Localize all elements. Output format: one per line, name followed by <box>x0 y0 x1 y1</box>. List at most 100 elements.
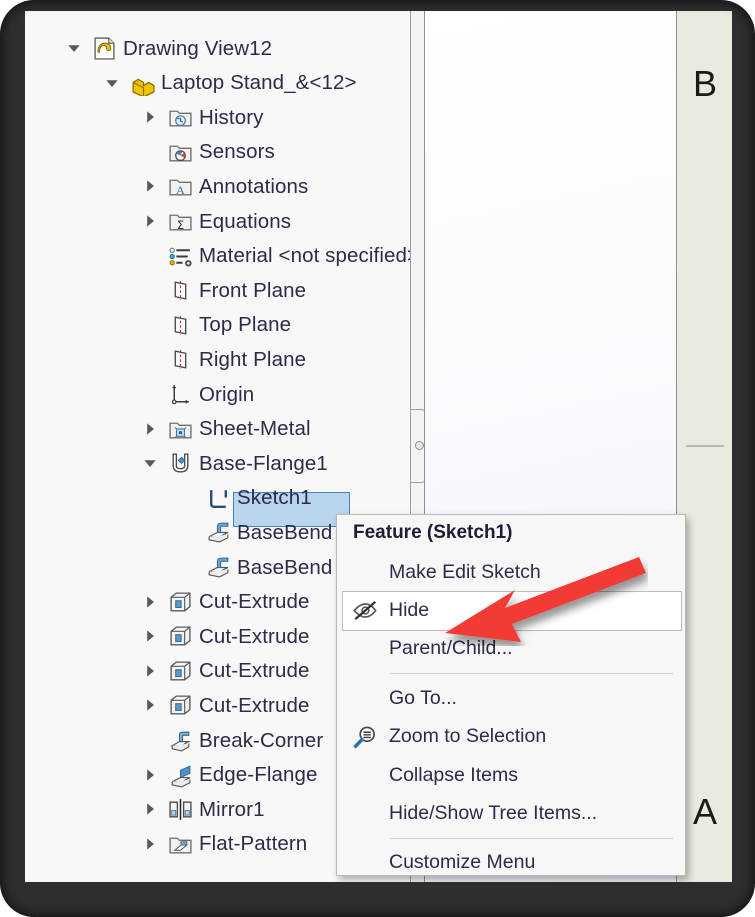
tree-item-label: Flat-Pattern <box>199 832 308 856</box>
cut-extrude-icon <box>168 624 193 649</box>
tree-item-label: Base-Flange1 <box>199 451 328 475</box>
expand-arrow-icon[interactable] <box>141 696 159 714</box>
tree-item-drawing-view12[interactable]: Drawing View12 <box>25 31 410 66</box>
menu-item-zoom-to-selection[interactable]: Zoom to Selection <box>337 718 685 756</box>
tree-item-front-plane[interactable]: Front Plane <box>25 273 410 308</box>
context-menu-header: Feature (Sketch1) <box>337 515 685 551</box>
plane-icon <box>168 347 193 372</box>
tree-item-sensors[interactable]: Sensors <box>25 135 410 170</box>
origin-icon <box>168 382 193 407</box>
history-folder-icon <box>168 105 193 130</box>
menu-item-collapse-items[interactable]: Collapse Items <box>337 756 685 794</box>
menu-separator <box>390 673 673 675</box>
material-icon <box>168 244 193 269</box>
tree-item-label: Cut-Extrude <box>199 624 310 648</box>
tree-item-label: Top Plane <box>199 313 292 337</box>
sketch-icon <box>206 486 231 511</box>
tree-item-label: BaseBend <box>237 520 333 544</box>
tree-item-label: Edge-Flange <box>199 763 318 787</box>
tree-item-label: Drawing View12 <box>123 36 273 60</box>
expand-arrow-icon[interactable] <box>141 662 159 680</box>
menu-item-label: Collapse Items <box>389 763 518 786</box>
menu-separator <box>390 837 673 839</box>
flat-pattern-folder-icon <box>168 832 193 857</box>
collapse-arrow-icon[interactable] <box>141 454 159 472</box>
magnifier-icon <box>351 724 379 750</box>
menu-item-hide-show-tree-items[interactable]: Hide/Show Tree Items... <box>337 794 685 832</box>
tree-item-right-plane[interactable]: Right Plane <box>25 342 410 377</box>
tree-item-history[interactable]: History <box>25 100 410 135</box>
application-screen: Drawing View12 Laptop Stand_&<12> History S… <box>25 11 732 882</box>
collapse-arrow-icon[interactable] <box>103 74 121 92</box>
tree-item-base-flange1[interactable]: Base-Flange1 <box>25 446 410 481</box>
tree-item-equations[interactable]: Σ Equations <box>25 204 410 239</box>
collapse-arrow-icon[interactable] <box>65 39 83 57</box>
tree-item-label: Front Plane <box>199 278 307 302</box>
zone-divider-tick <box>686 445 724 447</box>
cut-extrude-icon <box>168 693 193 718</box>
tree-item-label: Sketch1 <box>237 486 312 510</box>
part-icon <box>130 71 155 98</box>
menu-item-label: Hide/Show Tree Items... <box>389 801 598 824</box>
menu-item-label: Go To... <box>389 686 457 709</box>
expand-arrow-icon[interactable] <box>141 800 159 818</box>
zone-label-b: B <box>692 63 717 104</box>
svg-text:A: A <box>176 184 185 198</box>
expand-arrow-icon[interactable] <box>141 108 159 126</box>
base-bend-icon <box>206 555 231 580</box>
plane-icon <box>168 313 193 338</box>
tree-item-laptop-stand-12[interactable]: Laptop Stand_&<12> <box>25 66 410 101</box>
tree-item-top-plane[interactable]: Top Plane <box>25 308 410 343</box>
expand-arrow-icon[interactable] <box>141 627 159 645</box>
tree-item-label: Cut-Extrude <box>199 590 310 614</box>
tree-item-material-not-specified[interactable]: Material <not specified> <box>25 239 419 274</box>
expand-arrow-icon[interactable] <box>141 177 159 195</box>
break-corner-icon <box>168 728 193 753</box>
tree-item-annotations[interactable]: A Annotations <box>25 169 410 204</box>
base-bend-icon <box>206 520 231 545</box>
splitter-grip-handle[interactable] <box>411 409 425 483</box>
cut-extrude-icon <box>168 590 193 615</box>
tree-item-label: Origin <box>199 382 255 406</box>
svg-text:Σ: Σ <box>177 218 184 232</box>
annotations-folder-icon: A <box>168 174 193 199</box>
menu-item-label: Zoom to Selection <box>389 725 547 748</box>
expand-arrow-icon[interactable] <box>141 835 159 853</box>
expand-arrow-icon[interactable] <box>141 766 159 784</box>
tree-item-label: History <box>199 105 264 129</box>
tree-item-label: Cut-Extrude <box>199 659 310 683</box>
tree-item-label: Mirror1 <box>199 797 265 821</box>
menu-item-label: Hide <box>389 598 430 621</box>
tree-item-label: Right Plane <box>199 347 307 371</box>
red-pointer-arrow <box>445 557 646 642</box>
mirror-icon <box>168 797 193 822</box>
expand-arrow-icon[interactable] <box>141 593 159 611</box>
menu-item-customize-menu[interactable]: Customize Menu <box>337 844 685 882</box>
device-frame: Drawing View12 Laptop Stand_&<12> History S… <box>0 0 755 917</box>
cut-extrude-icon <box>168 659 193 684</box>
menu-item-label: Customize Menu <box>389 851 536 874</box>
expand-arrow-icon[interactable] <box>141 212 159 230</box>
context-menu-title: Feature (Sketch1) <box>353 522 513 543</box>
base-flange-icon <box>168 451 193 476</box>
edge-flange-icon <box>168 763 193 788</box>
menu-item-go-to[interactable]: Go To... <box>337 679 685 717</box>
splitter-grip-dot-icon <box>414 441 424 450</box>
tree-item-label: Break-Corner <box>199 728 324 752</box>
tree-item-label: Material <not specified> <box>199 244 420 268</box>
tree-item-sheet-metal[interactable]: Sheet-Metal <box>25 412 410 447</box>
tree-item-label: Annotations <box>199 174 309 198</box>
tree-item-label: Equations <box>199 209 292 233</box>
tree-item-label: Sensors <box>199 140 275 164</box>
tree-item-label: Laptop Stand_&<12> <box>161 71 357 95</box>
drawing-view-icon <box>92 36 117 61</box>
tree-item-label: Cut-Extrude <box>199 693 310 717</box>
hide-eye-icon <box>351 597 379 623</box>
tree-item-origin[interactable]: Origin <box>25 377 410 412</box>
tree-item-label: Sheet-Metal <box>199 417 311 441</box>
plane-icon <box>168 278 193 303</box>
sensors-folder-icon <box>168 140 193 165</box>
expand-arrow-icon[interactable] <box>141 420 159 438</box>
equations-folder-icon: Σ <box>168 209 193 234</box>
tree-item-sketch1[interactable]: Sketch1 <box>25 481 410 516</box>
